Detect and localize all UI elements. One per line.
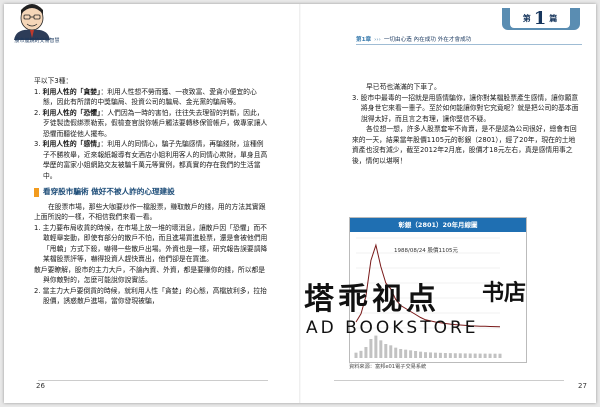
paragraph: 在股票市場，那些大咖要炒作一檔股票，賺取散戶的錢，用的方法其實跟上面所說的一樣，… xyxy=(34,202,266,222)
left-page-text: 平以下3種： 1. 利用人性的「貪婪」：利用人性想不勞而獲、一夜致富、愛貪小便宜… xyxy=(34,76,270,307)
list-item: 2. 當主力大戶要倒貨的時候，就利用人性「貪婪」的心態，高檔放利多，拉抬股價，誘… xyxy=(34,286,267,306)
chart-title: 彰銀（2801）20年月線圖 xyxy=(350,218,526,232)
volume-bar xyxy=(453,353,457,358)
watermark-store: 书店 xyxy=(482,280,527,306)
chapter-rule xyxy=(356,44,582,45)
list-item: 1. 主力要布局收貨的時候，在市場上放一堆的壞消息，讓散戶因「恐懼」而不敢輕舉妄… xyxy=(34,223,268,264)
volume-bar xyxy=(369,339,373,358)
page-number-left: 26 xyxy=(36,382,45,390)
volume-bar xyxy=(478,353,482,358)
list-item: 散戶要瞭解，股市的主力大戶，不論內資、外資，都是要賺你的錢，所以都是與你敵對的，… xyxy=(34,265,266,285)
volume-bar xyxy=(498,353,502,358)
volume-bar xyxy=(364,347,368,358)
volume-bar xyxy=(394,347,398,358)
volume-bar xyxy=(354,352,358,358)
volume-bar xyxy=(359,350,363,358)
paragraph: 早已苟也滿滿的下車了。 xyxy=(366,83,441,91)
volume-bar xyxy=(448,353,452,358)
volume-bar xyxy=(433,352,437,358)
volume-bar xyxy=(379,340,383,358)
intro-line: 平以下3種： xyxy=(34,77,73,85)
list-item: 1. 利用人性的「貪婪」：利用人性想不勞而獲、一夜致富、愛貪小便宜的心態，因此有… xyxy=(34,87,257,107)
chapter-number: 1 xyxy=(533,7,547,29)
chart-source: 資料來源：富邦e01電子交易系統 xyxy=(349,364,427,370)
volume-bar xyxy=(443,353,447,358)
volume-bar xyxy=(438,352,442,358)
volume-bar xyxy=(389,345,393,358)
volume-bar xyxy=(374,335,378,358)
list-item: 2. 利用人性的「恐懼」：人們因為一時的害怕，往往失去理智的判斷，因此，歹徒製造… xyxy=(34,108,268,138)
volume-bar xyxy=(473,353,477,358)
volume-bar xyxy=(488,353,492,358)
list-item: 3. 股市中最毒的一招就是用感情騙你，讓你對某檔股票產生感情，讓你願意將身世它來… xyxy=(352,93,579,123)
chapter-tag: 第1章 xyxy=(356,37,372,43)
heading-bar-icon xyxy=(34,187,39,197)
left-page-rule xyxy=(38,380,268,381)
chapter-subtitle: 一切由心造 內在成功 外在才會成功 xyxy=(383,37,472,43)
page-number-right: 27 xyxy=(578,382,587,390)
chapter-word-suffix: 篇 xyxy=(549,13,558,23)
right-page-text: 早已苟也滿滿的下車了。 3. 股市中最毒的一招就是用感情騙你，讓你對某檔股票產生… xyxy=(352,82,582,166)
chapter-word-prefix: 第 xyxy=(522,13,531,23)
volume-bar xyxy=(483,353,487,358)
list-item: 3. 利用人性的「感情」：利用人的同情心，騙子先騙感情，再騙錢財，這種例子不勝枚… xyxy=(34,140,268,180)
paragraph: 各位想一想，許多人股票套牢不肯賣，是不是認為公司很好，總會有回來的一天，結果當年… xyxy=(352,125,577,165)
volume-bar xyxy=(399,349,403,358)
volume-bar xyxy=(414,351,418,358)
chapter-tab: 第 1 篇 xyxy=(510,7,570,29)
volume-bar xyxy=(419,351,423,358)
volume-bar xyxy=(409,350,413,358)
volume-bar xyxy=(493,353,497,358)
peak-annotation: 1988/08/24 股價1105元 xyxy=(394,246,458,254)
volume-bar xyxy=(428,352,432,358)
volume-bar xyxy=(458,353,462,358)
author-caricature-icon xyxy=(14,4,50,40)
watermark-english: AD BOOKSTORE xyxy=(306,318,479,338)
arrow-icons: ››› xyxy=(374,37,381,43)
book-spread: 股市嵐鏡的交易智慧 第 1 篇 第1章 ››› 一切由心造 內在成功 外在才會成功 … xyxy=(4,4,596,403)
mascot-caption: 股市嵐鏡的交易智慧 xyxy=(14,38,60,44)
section-heading: 看穿股市騙術 做好不被人詐的心理建設 xyxy=(34,187,270,198)
chapter-subtitle-line: 第1章 ››› 一切由心造 內在成功 外在才會成功 xyxy=(356,35,582,43)
volume-bar xyxy=(384,344,388,358)
volume-bar xyxy=(468,353,472,358)
right-page-rule xyxy=(334,380,564,381)
volume-bar xyxy=(424,352,428,358)
volume-bar xyxy=(404,349,408,358)
book-gutter xyxy=(299,4,301,403)
volume-bar xyxy=(463,353,467,358)
